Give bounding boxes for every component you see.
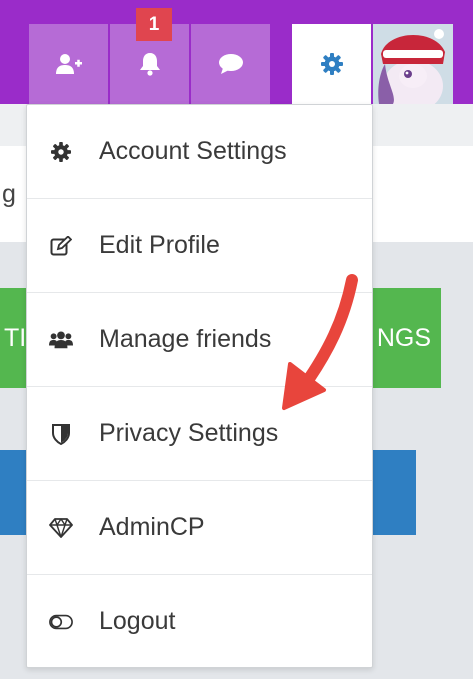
menu-item-admincp[interactable]: AdminCP xyxy=(27,481,372,574)
menu-item-label: Logout xyxy=(99,607,176,635)
background-green-left-text: TI xyxy=(4,324,27,352)
toggle-icon xyxy=(49,610,73,634)
menu-item-label: AdminCP xyxy=(99,513,205,541)
menu-item-label: Account Settings xyxy=(99,137,287,165)
gear-icon xyxy=(320,53,343,75)
settings-button[interactable] xyxy=(292,24,371,104)
menu-item-label: Manage friends xyxy=(99,325,272,353)
add-friend-button[interactable] xyxy=(29,24,108,104)
menu-item-label: Edit Profile xyxy=(99,231,220,259)
background-text-fragment: g xyxy=(2,180,16,208)
shield-icon xyxy=(49,422,73,446)
notification-badge: 1 xyxy=(136,8,172,41)
background-green-right-text: NGS xyxy=(376,324,431,352)
users-icon xyxy=(49,328,73,352)
gear-icon xyxy=(49,140,73,164)
menu-item-account-settings[interactable]: Account Settings xyxy=(27,105,372,198)
bell-icon xyxy=(139,53,160,76)
chat-bubble-icon xyxy=(218,54,243,74)
avatar-image xyxy=(373,24,453,104)
menu-item-label: Privacy Settings xyxy=(99,419,279,447)
menu-item-logout[interactable]: Logout xyxy=(27,575,372,668)
user-avatar[interactable] xyxy=(373,24,453,104)
edit-icon xyxy=(49,234,73,258)
diamond-icon xyxy=(49,516,73,540)
annotation-arrow xyxy=(282,274,358,410)
user-plus-icon xyxy=(55,54,82,74)
messages-button[interactable] xyxy=(191,24,270,104)
